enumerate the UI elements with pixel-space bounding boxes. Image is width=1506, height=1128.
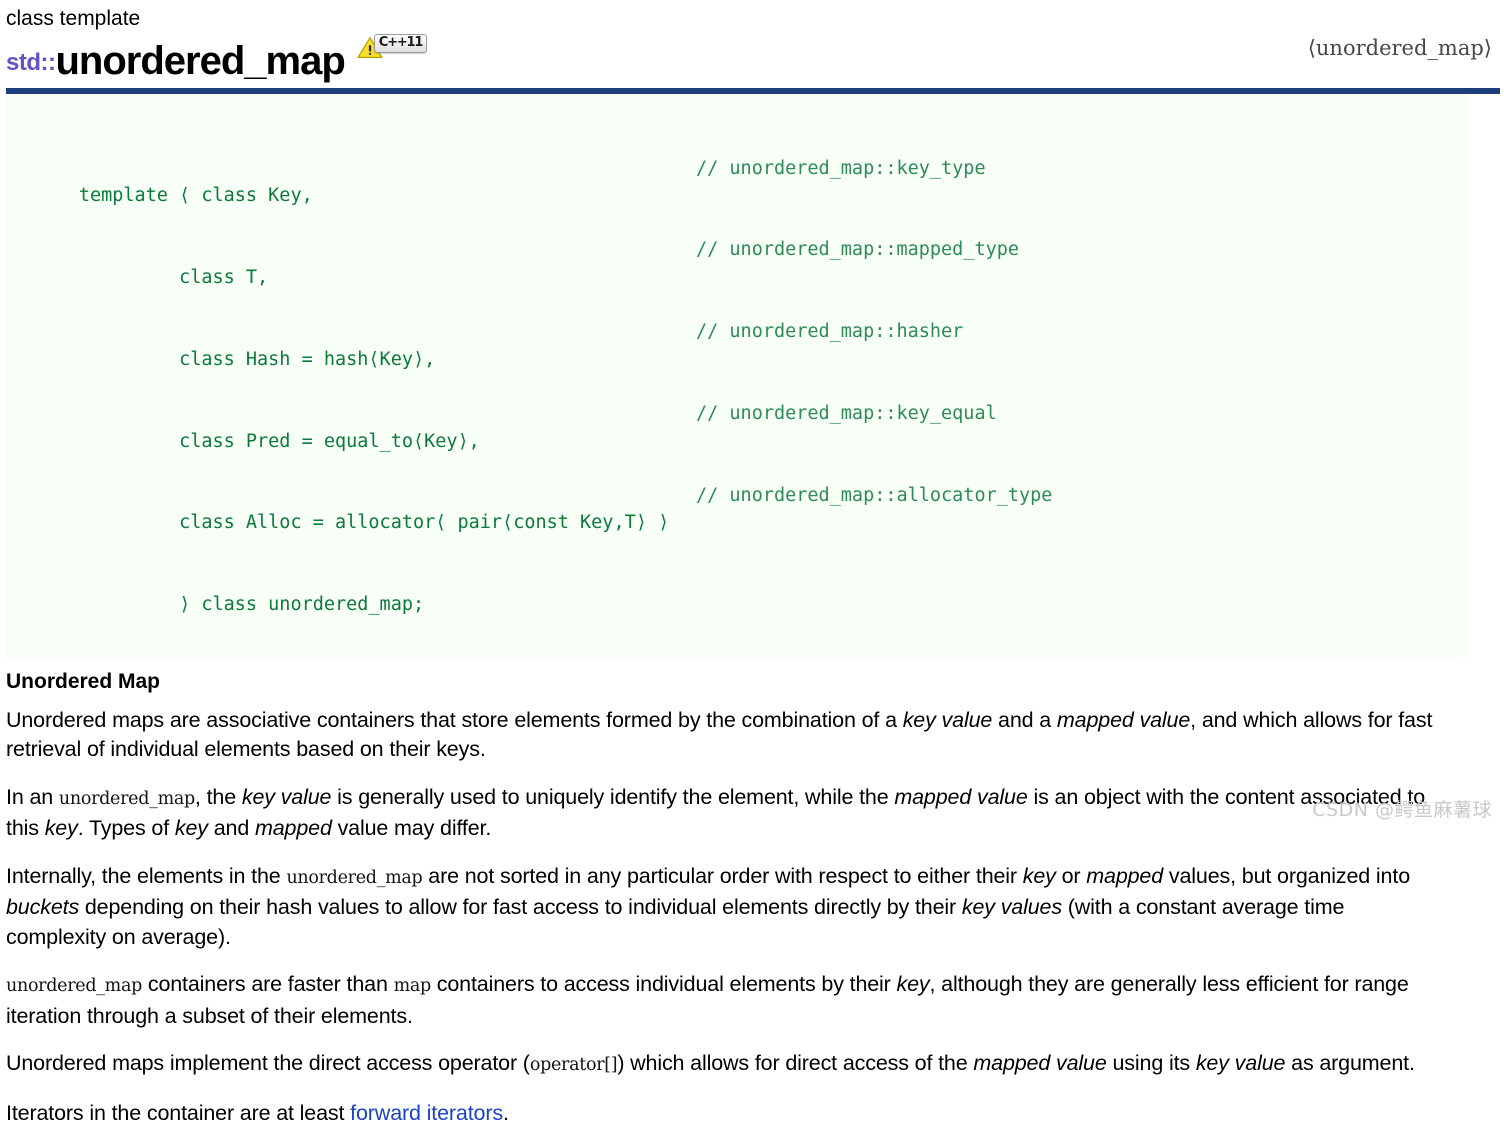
code-line: class T, // unordered_map::mapped_type	[12, 236, 1468, 287]
code-comment: // unordered_map::hasher	[696, 321, 964, 343]
csdn-watermark: CSDN @鳄鱼麻薯球	[1312, 799, 1492, 821]
code-comment: // unordered_map::key_equal	[696, 403, 997, 425]
code-text: class Pred = equal_to⟨Key⟩,	[78, 430, 480, 452]
cpp-standard-badge[interactable]: C++11	[373, 34, 428, 53]
text-run: or	[1055, 863, 1087, 888]
emphasis-buckets: buckets	[6, 895, 80, 920]
text-run: containers to access individual elements…	[430, 972, 897, 997]
code-text: class Hash = hash⟨Key⟩,	[78, 348, 436, 370]
paragraph-key-value: In an unordered_map, the key value is ge…	[6, 783, 1446, 844]
text-run: as argument.	[1285, 1051, 1415, 1076]
code-line: ⟩ class unordered_map;	[12, 564, 1468, 615]
text-run: . Types of	[77, 816, 175, 841]
inline-code-unordered-map: unordered_map	[6, 976, 143, 997]
inline-code-map: map	[393, 976, 432, 997]
namespace-prefix: std::	[6, 49, 56, 76]
text-run: are not sorted in any particular order w…	[422, 863, 1023, 888]
text-run: Iterators in the container are at least	[6, 1100, 351, 1125]
code-text: class T,	[78, 266, 269, 288]
code-line: class Pred = equal_to⟨Key⟩, // unordered_…	[12, 400, 1468, 451]
text-run: and	[207, 816, 255, 841]
section-title: Unordered Map	[6, 669, 161, 693]
text-run: ) which allows for direct access of the	[617, 1051, 974, 1076]
emphasis-mapped: mapped	[1086, 863, 1164, 888]
paragraph-overview: Unordered maps are associative container…	[6, 706, 1446, 765]
text-run: Internally, the elements in the	[6, 863, 287, 888]
inline-code-unordered-map: unordered_map	[286, 867, 423, 888]
emphasis-key-value: key value	[1195, 1051, 1286, 1076]
paragraph-internals: Internally, the elements in the unordere…	[6, 862, 1446, 953]
code-line: class Hash = hash⟨Key⟩, // unordered_map:…	[12, 318, 1468, 369]
text-run: is generally used to uniquely identify t…	[331, 784, 895, 809]
inline-code-operator-subscript: operator[]	[529, 1055, 618, 1076]
inline-code-unordered-map: unordered_map	[58, 788, 195, 809]
title-badges: C++11	[357, 34, 436, 64]
text-run: depending on their hash values to allow …	[79, 895, 962, 920]
paragraph-iterators: Iterators in the container are at least …	[6, 1099, 1446, 1128]
code-comment: // unordered_map::mapped_type	[696, 239, 1020, 261]
page-header: class template std:: unordered_map C++11…	[6, 0, 1500, 83]
code-text: class Alloc = allocator⟨ pair⟨const Key,…	[78, 512, 670, 534]
paragraph-performance: unordered_map containers are faster than…	[6, 970, 1446, 1031]
class-name: unordered_map	[55, 39, 345, 83]
text-run: In an	[6, 784, 59, 809]
header-file-name[interactable]: ⟨unordered_map⟩	[1308, 36, 1492, 60]
code-line: template ⟨ class Key, // unordered_map::k…	[12, 155, 1468, 206]
code-text: template ⟨ class Key,	[78, 184, 313, 206]
emphasis-mapped-value: mapped value	[973, 1051, 1107, 1076]
text-run: value may differ.	[331, 816, 492, 841]
text-run: using its	[1106, 1051, 1196, 1076]
text-run: containers are faster than	[142, 972, 394, 997]
text-run: and a	[992, 707, 1057, 732]
emphasis-mapped-value: mapped value	[1056, 707, 1191, 732]
emphasis-key-value: key value	[902, 707, 993, 732]
text-run: .	[502, 1100, 509, 1125]
page-title: std:: unordered_map C++11	[6, 32, 1500, 83]
text-run: Unordered maps implement the direct acce…	[6, 1051, 530, 1076]
emphasis-key: key	[896, 972, 930, 997]
emphasis-key-values: key values	[961, 895, 1062, 920]
documentation-page: class template std:: unordered_map C++11…	[0, 0, 1506, 1128]
emphasis-key-value: key value	[241, 784, 332, 809]
emphasis-mapped: mapped	[254, 816, 332, 841]
code-comment: // unordered_map::allocator_type	[696, 485, 1053, 507]
code-text: ⟩ class unordered_map;	[78, 594, 425, 616]
emphasis-key: key	[44, 816, 78, 841]
page-kicker: class template	[6, 7, 141, 30]
emphasis-key: key	[174, 816, 208, 841]
emphasis-mapped-value: mapped value	[894, 784, 1028, 809]
text-run: , the	[194, 784, 242, 809]
text-run: Unordered maps are associative container…	[6, 707, 903, 732]
emphasis-key: key	[1022, 863, 1056, 888]
text-run: values, but organized into	[1163, 863, 1410, 888]
code-line: class Alloc = allocator⟨ pair⟨const Key,…	[12, 482, 1468, 533]
link-forward-iterators[interactable]: forward iterators	[350, 1101, 503, 1125]
paragraph-direct-access: Unordered maps implement the direct acce…	[6, 1049, 1446, 1081]
template-signature-code-block: template ⟨ class Key,// unordered_map::k…	[6, 94, 1468, 658]
code-comment: // unordered_map::key_type	[696, 157, 986, 179]
